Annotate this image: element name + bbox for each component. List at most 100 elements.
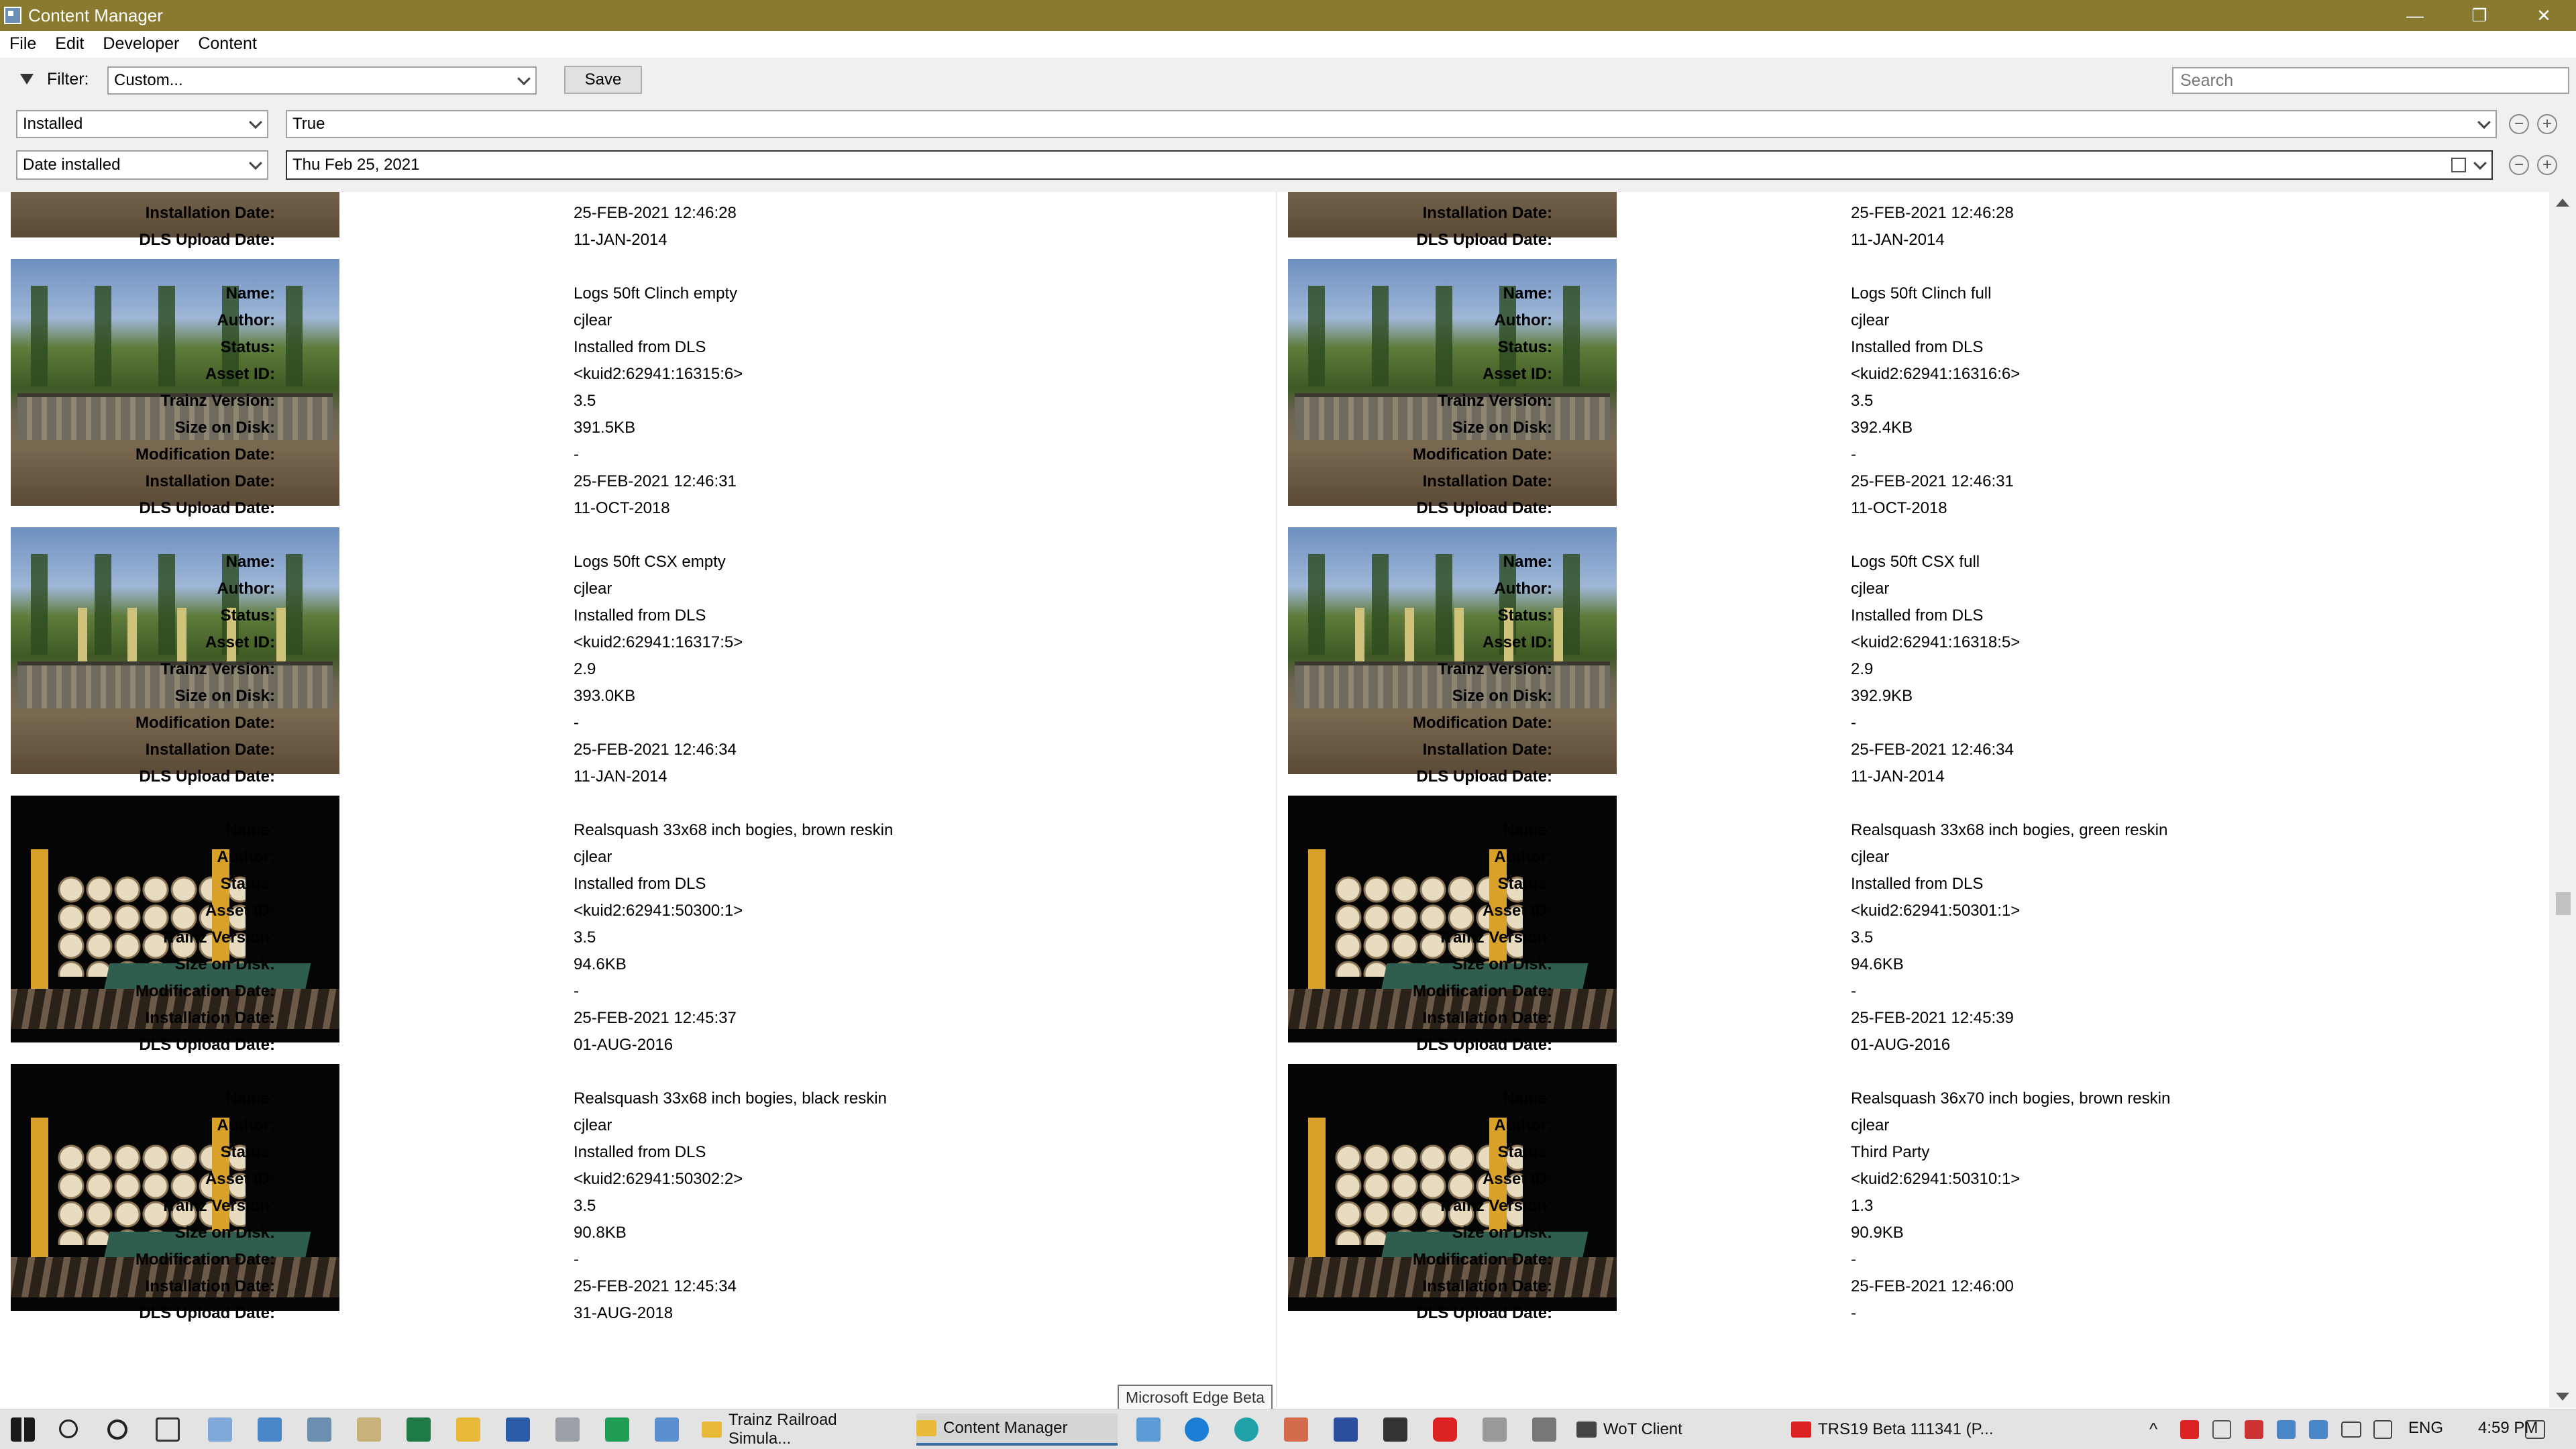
field-label-trainz-version: Trainz Version: [160, 1197, 275, 1215]
cortana-icon[interactable] [107, 1419, 127, 1440]
menu-developer[interactable]: Developer [93, 34, 189, 54]
asset-thumbnail[interactable] [11, 259, 339, 506]
date-picker-input[interactable]: Thu Feb 25, 2021 [286, 150, 2493, 180]
add-condition-button[interactable]: + [2537, 114, 2557, 134]
scroll-up-arrow-icon[interactable] [2556, 199, 2569, 207]
language-indicator[interactable]: ENG [2408, 1419, 2443, 1438]
field-value-status: Installed from DLS [1851, 875, 1984, 893]
search-input[interactable]: Search [2172, 67, 2569, 94]
network-icon[interactable] [2341, 1421, 2361, 1438]
app-pinned-icon[interactable] [1284, 1417, 1308, 1442]
asset-card[interactable]: Name: Realsquash 33x68 inch bogies, green… [1277, 796, 2545, 1064]
trainz-icon [702, 1421, 722, 1438]
menu-file[interactable]: File [0, 34, 46, 54]
app-pinned-icon[interactable] [357, 1417, 381, 1442]
restore-button[interactable]: ❐ [2447, 0, 2512, 31]
task-wot-client[interactable]: WoT Client [1576, 1413, 1771, 1446]
asset-card[interactable]: Name: Logs 50ft Clinch full Author: cjlear S… [1277, 259, 2545, 527]
menu-bar: File Edit Developer Content [0, 31, 2576, 56]
field-label-installation: Installation Date: [145, 472, 275, 490]
app-pinned-icon[interactable] [1483, 1417, 1507, 1442]
app-pinned-icon[interactable] [258, 1417, 282, 1442]
file-explorer-icon[interactable] [456, 1417, 480, 1442]
search-icon[interactable] [59, 1419, 78, 1438]
field-value-installation: 25-FEB-2021 12:46:34 [574, 741, 737, 759]
filter-dropdown[interactable]: Custom... [107, 66, 537, 95]
condition-field-dropdown-date[interactable]: Date installed [16, 150, 268, 180]
calendar-icon[interactable] [2451, 158, 2466, 172]
field-value-author: cjlear [574, 311, 612, 329]
remove-condition-button[interactable]: − [2509, 155, 2529, 175]
app-pinned-icon[interactable] [555, 1417, 580, 1442]
asset-card[interactable]: Asset ID:<kuid2:62941:16313:5>Trainz Ver… [0, 192, 1268, 259]
field-value-status: Installed from DLS [1851, 606, 1984, 625]
minimize-button[interactable]: — [2383, 0, 2447, 31]
field-label-modification: Modification Date: [136, 1250, 275, 1269]
app-pinned-icon[interactable] [1136, 1417, 1161, 1442]
filter-funnel-icon[interactable] [20, 74, 34, 85]
scroll-down-arrow-icon[interactable] [2556, 1393, 2569, 1401]
excel-icon[interactable] [407, 1417, 431, 1442]
condition-field-dropdown-installed[interactable]: Installed [16, 110, 268, 138]
pdf-icon[interactable] [605, 1417, 629, 1442]
asset-thumbnail[interactable] [11, 527, 339, 774]
word-icon[interactable] [506, 1417, 530, 1442]
asset-thumbnail[interactable] [1288, 1064, 1617, 1311]
asset-card[interactable]: Asset ID:<kuid2:62941:16314:5>Trainz Ver… [1277, 192, 2545, 259]
calculator-icon[interactable] [307, 1417, 331, 1442]
task-view-icon[interactable] [156, 1417, 180, 1442]
condition-value-dropdown-true[interactable]: True [286, 110, 2497, 138]
save-filter-button[interactable]: Save [564, 66, 642, 94]
stake-graphic [1308, 1118, 1326, 1258]
app-pinned-icon[interactable] [655, 1417, 679, 1442]
field-value-dls-upload: 01-AUG-2016 [1851, 1036, 1951, 1054]
notifications-icon[interactable] [2525, 1420, 2545, 1439]
task-trainz[interactable]: Trainz Railroad Simula... [702, 1411, 903, 1448]
vertical-scrollbar[interactable] [2549, 192, 2576, 1407]
asset-thumbnail[interactable] [1288, 259, 1617, 506]
task-content-manager[interactable]: Content Manager [916, 1413, 1118, 1446]
field-value-status: Installed from DLS [574, 875, 706, 893]
tray-app-icon[interactable] [2277, 1420, 2296, 1439]
app-pinned-icon[interactable] [1383, 1417, 1407, 1442]
field-label-name: Name: [1503, 284, 1552, 303]
field-value-dls-upload: 11-JAN-2014 [1851, 231, 1945, 249]
vivaldi-tray-icon[interactable] [2180, 1420, 2199, 1439]
vivaldi-icon[interactable] [1433, 1417, 1457, 1442]
start-icon[interactable] [11, 1417, 35, 1442]
field-label-size: Size on Disk: [1452, 1224, 1552, 1242]
condition-value: True [292, 115, 325, 133]
add-condition-button[interactable]: + [2537, 155, 2557, 175]
asset-thumbnail[interactable] [11, 796, 339, 1042]
field-label-dls-upload: DLS Upload Date: [1416, 767, 1552, 786]
edge-icon[interactable] [1234, 1417, 1258, 1442]
asset-card[interactable]: Name: Logs 50ft Clinch empty Author: cjlear… [0, 259, 1268, 527]
edge-beta-icon[interactable] [1185, 1417, 1209, 1442]
asset-card[interactable]: Name: Realsquash 33x68 inch bogies, black… [0, 1064, 1268, 1332]
tray-overflow-icon[interactable]: ^ [2149, 1419, 2157, 1440]
asset-thumbnail[interactable] [1288, 796, 1617, 1042]
app-pinned-icon[interactable] [1532, 1417, 1556, 1442]
tray-app-icon[interactable] [2309, 1420, 2328, 1439]
close-button[interactable]: ✕ [2512, 0, 2576, 31]
task-trs19-beta[interactable]: TRS19 Beta 111341 (P... [1791, 1413, 1999, 1446]
app-pinned-icon[interactable] [1334, 1417, 1358, 1442]
asset-thumbnail[interactable] [11, 1064, 339, 1311]
menu-edit[interactable]: Edit [46, 34, 93, 54]
menu-content[interactable]: Content [189, 34, 266, 54]
asset-thumbnail[interactable] [1288, 527, 1617, 774]
asset-card[interactable]: Name: Logs 50ft CSX empty Author: cjlear Sta… [0, 527, 1268, 796]
asset-card[interactable]: Name: Realsquash 36x70 inch bogies, brown… [1277, 1064, 2545, 1332]
field-value-installation: 25-FEB-2021 12:46:28 [1851, 204, 2014, 222]
tray-app-icon[interactable] [2212, 1420, 2231, 1439]
app-pinned-icon[interactable] [208, 1417, 232, 1442]
speaker-icon[interactable] [2373, 1420, 2392, 1439]
field-value-name: Logs 50ft CSX empty [574, 553, 726, 571]
asset-card[interactable]: Name: Logs 50ft CSX full Author: cjlear Stat… [1277, 527, 2545, 796]
remove-condition-button[interactable]: − [2509, 114, 2529, 134]
volume-icon[interactable] [2245, 1420, 2263, 1439]
chevron-down-icon [517, 72, 531, 86]
scroll-thumb[interactable] [2556, 892, 2571, 915]
trs19-icon [1791, 1421, 1811, 1438]
asset-card[interactable]: Name: Realsquash 33x68 inch bogies, brown… [0, 796, 1268, 1064]
